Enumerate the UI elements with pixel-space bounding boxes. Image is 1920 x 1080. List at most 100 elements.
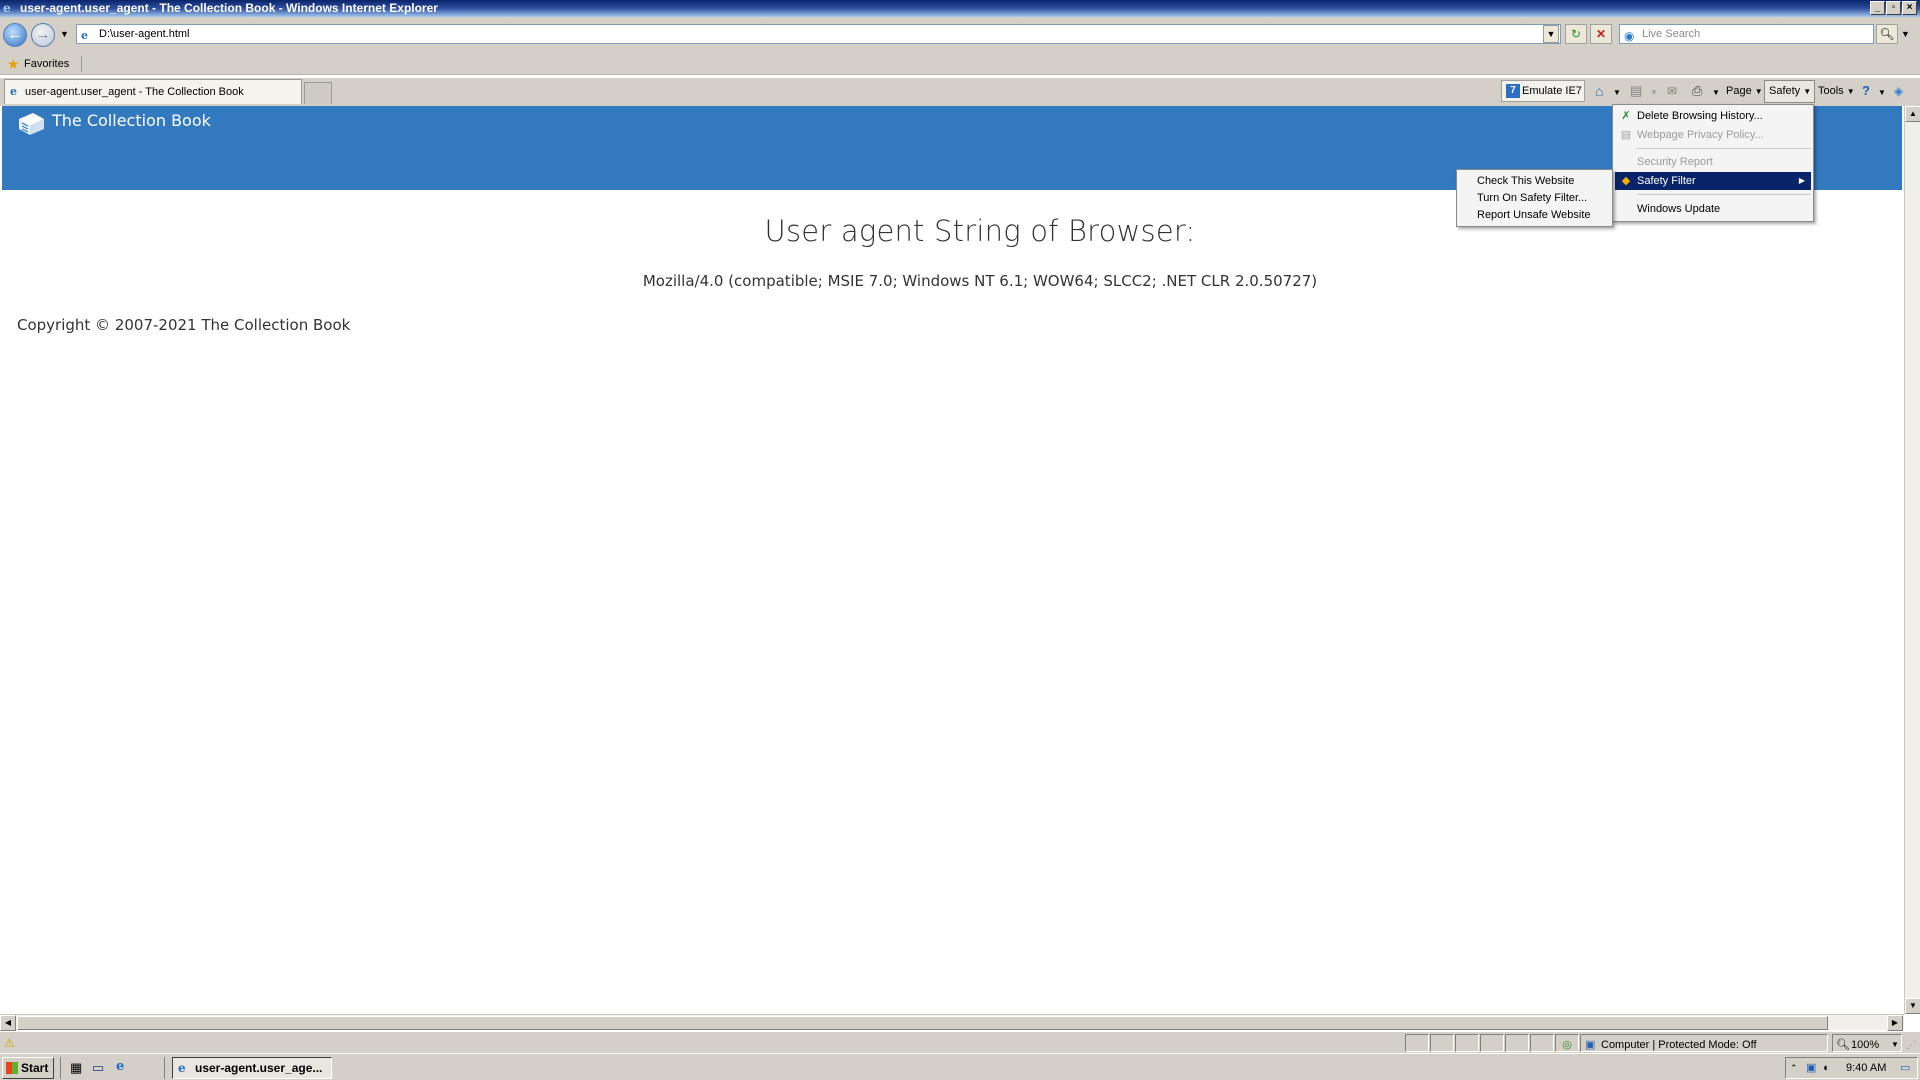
menu-item-security-report[interactable]: Security Report: [1615, 153, 1811, 171]
status-cell: [1505, 1034, 1529, 1052]
security-zone-text: Computer | Protected Mode: Off: [1601, 1039, 1757, 1051]
search-options-icon[interactable]: ▼: [1901, 29, 1910, 39]
stop-button[interactable]: ✕: [1590, 24, 1612, 44]
menu-item-report-unsafe-website[interactable]: Report Unsafe Website: [1459, 206, 1610, 224]
menu-separator: [1637, 148, 1811, 149]
minimize-button[interactable]: _: [1870, 1, 1885, 15]
computer-zone-icon: ▣: [1585, 1039, 1596, 1051]
address-dropdown-button[interactable]: ▼: [1543, 25, 1559, 43]
search-button[interactable]: 🔍︎: [1876, 24, 1898, 44]
menu-item-label: Report Unsafe Website: [1477, 209, 1591, 221]
start-button[interactable]: Start: [2, 1057, 54, 1079]
help-icon[interactable]: ?: [1858, 81, 1874, 103]
taskbar-window-label: user-agent.user_age...: [195, 1061, 323, 1075]
show-desktop-icon[interactable]: ▭: [92, 1060, 104, 1076]
scroll-left-icon[interactable]: ◀: [0, 1015, 16, 1031]
scroll-up-icon[interactable]: ▲: [1905, 106, 1920, 122]
system-tray: ⌃ ▣ ◖ 9:40 AM ▭: [1785, 1057, 1918, 1079]
title-bar: e user-agent.user_agent - The Collection…: [0, 0, 1920, 17]
server-manager-icon[interactable]: ▦: [70, 1060, 82, 1076]
feeds-dropdown-icon[interactable]: ▼: [1646, 83, 1662, 105]
menu-item-label: Check This Website: [1477, 175, 1575, 187]
page-viewport: The Collection Book User agent String of…: [0, 106, 1904, 1014]
site-brand-link[interactable]: The Collection Book: [52, 110, 211, 132]
favorites-star-icon: ★: [7, 56, 20, 72]
new-tab-button[interactable]: [304, 82, 332, 104]
address-text: D:\user-agent.html: [99, 28, 190, 40]
ie-quicklaunch-icon[interactable]: e: [116, 1059, 124, 1074]
start-label: Start: [21, 1061, 49, 1075]
horizontal-scroll-thumb[interactable]: [17, 1016, 1828, 1030]
browser-window: e user-agent.user_agent - The Collection…: [0, 0, 1920, 1080]
safety-filter-submenu: Check This Website Turn On Safety Filter…: [1456, 169, 1613, 227]
popup-blocker-icon[interactable]: ◎: [1555, 1034, 1579, 1052]
back-button[interactable]: ←: [3, 23, 27, 47]
tab-active[interactable]: e user-agent.user_agent - The Collection…: [4, 79, 302, 104]
safety-filter-icon: ◆: [1621, 175, 1631, 187]
zoom-control[interactable]: 🔍︎ 100% ▼: [1832, 1034, 1902, 1052]
search-input[interactable]: ◉ Live Search: [1619, 24, 1874, 44]
emulate-ie7-button[interactable]: 7 Emulate IE7: [1501, 80, 1585, 102]
refresh-button[interactable]: ↻: [1565, 24, 1587, 44]
network-icon[interactable]: ▣: [1806, 1058, 1816, 1078]
menu-item-label: Security Report: [1637, 156, 1713, 168]
favorites-divider: [81, 56, 82, 72]
address-field[interactable]: e D:\user-agent.html: [76, 24, 1561, 44]
feeds-icon[interactable]: ▤: [1626, 81, 1646, 103]
scroll-right-icon[interactable]: ▶: [1887, 1015, 1903, 1031]
security-zone[interactable]: ▣ Computer | Protected Mode: Off: [1580, 1034, 1828, 1052]
vertical-scrollbar[interactable]: ▲ ▼: [1904, 106, 1920, 1014]
search-placeholder: Live Search: [1642, 28, 1701, 40]
menu-item-label: Windows Update: [1637, 203, 1721, 215]
menu-item-safety-filter[interactable]: ◆ Safety Filter ▶: [1615, 172, 1811, 190]
tools-menu-button[interactable]: Tools ▼: [1814, 81, 1859, 103]
ie-task-icon: e: [178, 1061, 186, 1075]
privacy-icon: ▤: [1620, 129, 1632, 141]
favorites-label: Favorites: [24, 58, 70, 70]
help-dropdown-icon[interactable]: ▼: [1874, 83, 1890, 105]
forward-button[interactable]: →: [31, 23, 55, 47]
taskbar-divider: [164, 1057, 165, 1079]
zoom-level: 100%: [1851, 1039, 1880, 1051]
status-cell: [1430, 1034, 1454, 1052]
home-icon[interactable]: ⌂: [1591, 81, 1607, 103]
favorites-bar: ★ Favorites: [0, 53, 1920, 75]
menu-item-privacy-policy[interactable]: ▤ Webpage Privacy Policy...: [1615, 126, 1811, 144]
scroll-down-icon[interactable]: ▼: [1905, 998, 1920, 1014]
menu-item-label: Webpage Privacy Policy...: [1637, 129, 1764, 141]
warning-icon: ⚠: [4, 1036, 15, 1050]
safety-menu: ✗ Delete Browsing History... ▤ Webpage P…: [1612, 104, 1814, 222]
safety-menu-button[interactable]: Safety ▼: [1764, 80, 1815, 103]
windows-flag-icon: [6, 1062, 18, 1074]
home-dropdown-icon[interactable]: ▼: [1609, 83, 1625, 105]
research-icon[interactable]: ◈: [1890, 81, 1907, 103]
menu-item-turn-on-safety-filter[interactable]: Turn On Safety Filter...: [1459, 189, 1610, 207]
menu-item-check-this-website[interactable]: Check This Website: [1459, 172, 1610, 190]
menu-item-label: Delete Browsing History...: [1637, 110, 1763, 122]
page-menu-button[interactable]: Page ▼: [1722, 81, 1767, 103]
tools-menu-label: Tools: [1818, 85, 1844, 97]
recent-pages-dropdown-icon[interactable]: ▼: [60, 29, 69, 39]
tray-expand-icon[interactable]: ⌃: [1790, 1058, 1798, 1078]
tab-page-icon: e: [10, 85, 17, 98]
menu-item-windows-update[interactable]: Windows Update: [1615, 200, 1811, 218]
taskbar-window-button[interactable]: e user-agent.user_age...: [172, 1057, 332, 1079]
zoom-dropdown-icon[interactable]: ▼: [1891, 1035, 1899, 1055]
ie-logo-icon: e: [3, 1, 11, 15]
delete-history-icon: ✗: [1621, 110, 1631, 122]
page-menu-label: Page: [1726, 85, 1752, 97]
read-mail-icon[interactable]: ✉: [1663, 81, 1681, 103]
horizontal-scrollbar[interactable]: ◀ ▶: [0, 1014, 1904, 1031]
volume-icon[interactable]: ◖: [1822, 1058, 1829, 1078]
menu-item-delete-browsing-history[interactable]: ✗ Delete Browsing History...: [1615, 107, 1811, 125]
page-icon: e: [81, 29, 88, 42]
live-search-icon: ◉: [1624, 29, 1635, 43]
close-button[interactable]: ×: [1902, 1, 1917, 15]
print-icon[interactable]: ⎙: [1688, 81, 1706, 103]
status-cell: [1405, 1034, 1429, 1052]
show-desktop-tray-icon[interactable]: ▭: [1900, 1058, 1910, 1078]
book-logo-icon[interactable]: [16, 111, 46, 137]
clock[interactable]: 9:40 AM: [1846, 1058, 1886, 1078]
favorites-button[interactable]: ★ Favorites: [4, 55, 75, 73]
maximize-button[interactable]: ▫: [1886, 1, 1901, 15]
